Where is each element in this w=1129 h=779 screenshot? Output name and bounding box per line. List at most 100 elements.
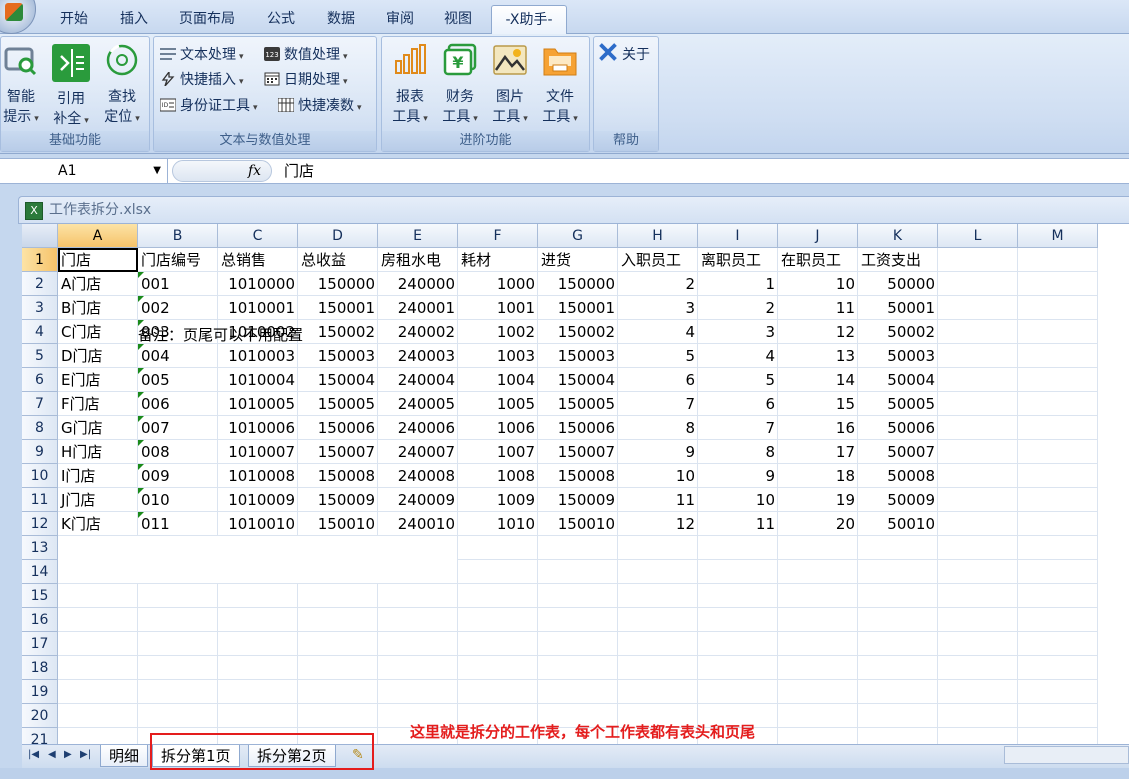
cell[interactable] <box>778 560 858 584</box>
table-cell[interactable]: 1002 <box>458 320 538 344</box>
table-cell[interactable]: 11 <box>618 488 698 512</box>
table-cell[interactable]: 1003 <box>458 344 538 368</box>
table-cell[interactable]: 150006 <box>538 416 618 440</box>
table-cell[interactable]: 240005 <box>378 392 458 416</box>
table-cell[interactable]: 240009 <box>378 488 458 512</box>
table-cell[interactable]: 50010 <box>858 512 938 536</box>
cell[interactable] <box>298 632 378 656</box>
cell[interactable] <box>1018 272 1098 296</box>
table-cell[interactable]: 50003 <box>858 344 938 368</box>
report-tool-button[interactable]: 报表 工具 ▾ <box>388 43 432 129</box>
table-cell[interactable]: 50007 <box>858 440 938 464</box>
row-header-21[interactable]: 21 <box>22 728 58 744</box>
table-cell[interactable]: 50001 <box>858 296 938 320</box>
table-cell[interactable]: G门店 <box>58 416 138 440</box>
cell[interactable] <box>698 584 778 608</box>
cell[interactable] <box>378 584 458 608</box>
row-header-2[interactable]: 2 <box>22 272 58 296</box>
table-header-cell[interactable]: 总收益 <box>298 248 378 272</box>
about-button[interactable]: 关于 <box>598 43 650 67</box>
office-button[interactable] <box>0 0 36 34</box>
table-cell[interactable]: 6 <box>698 392 778 416</box>
cell[interactable] <box>938 416 1018 440</box>
first-sheet-icon[interactable]: |◀ <box>28 749 39 760</box>
table-cell[interactable]: 50000 <box>858 272 938 296</box>
cell[interactable] <box>778 656 858 680</box>
row-header-14[interactable]: 14 <box>22 560 58 584</box>
file-tool-button[interactable]: 文件 工具 ▾ <box>538 43 582 129</box>
table-cell[interactable]: 240004 <box>378 368 458 392</box>
text-processing-button[interactable]: 文本处理 ▾ <box>160 43 244 67</box>
table-cell[interactable]: 150010 <box>538 512 618 536</box>
table-cell[interactable]: 002 <box>138 296 218 320</box>
cell[interactable] <box>938 608 1018 632</box>
table-cell[interactable]: 5 <box>698 368 778 392</box>
table-cell[interactable]: 1010003 <box>218 344 298 368</box>
table-cell[interactable]: 240003 <box>378 344 458 368</box>
table-cell[interactable]: 17 <box>778 440 858 464</box>
table-cell[interactable]: 50004 <box>858 368 938 392</box>
table-cell[interactable]: 150002 <box>538 320 618 344</box>
table-cell[interactable]: 14 <box>778 368 858 392</box>
table-cell[interactable]: 240006 <box>378 416 458 440</box>
cell[interactable] <box>938 464 1018 488</box>
cell[interactable] <box>138 608 218 632</box>
finance-tool-button[interactable]: ¥ 财务 工具 ▾ <box>438 43 482 129</box>
table-cell[interactable]: 150004 <box>298 368 378 392</box>
row-header-9[interactable]: 9 <box>22 440 58 464</box>
cell[interactable] <box>938 392 1018 416</box>
cell[interactable] <box>1018 536 1098 560</box>
table-cell[interactable]: 240008 <box>378 464 458 488</box>
cell[interactable] <box>778 536 858 560</box>
cell[interactable] <box>218 680 298 704</box>
tab-home[interactable]: 开始 <box>44 5 104 34</box>
cell[interactable] <box>858 584 938 608</box>
row-header-15[interactable]: 15 <box>22 584 58 608</box>
table-cell[interactable]: 001 <box>138 272 218 296</box>
table-header-cell[interactable]: 在职员工 <box>778 248 858 272</box>
cell[interactable] <box>538 584 618 608</box>
cell[interactable] <box>458 608 538 632</box>
table-cell[interactable]: 1010000 <box>218 272 298 296</box>
cell[interactable] <box>858 608 938 632</box>
cell[interactable] <box>458 632 538 656</box>
row-header-10[interactable]: 10 <box>22 464 58 488</box>
ref-complete-button[interactable]: 引用 补全 ▾ <box>49 43 93 131</box>
find-locate-button[interactable]: 查找 定位 ▾ <box>99 43 145 129</box>
cell[interactable] <box>1018 656 1098 680</box>
table-header-cell[interactable]: 入职员工 <box>618 248 698 272</box>
cell[interactable] <box>218 704 298 728</box>
cell[interactable] <box>58 704 138 728</box>
cell[interactable] <box>1018 248 1098 272</box>
table-cell[interactable]: 50005 <box>858 392 938 416</box>
table-cell[interactable]: 150003 <box>538 344 618 368</box>
cell[interactable] <box>938 368 1018 392</box>
cell[interactable] <box>698 632 778 656</box>
cell[interactable] <box>698 680 778 704</box>
tab-insert[interactable]: 插入 <box>108 5 160 34</box>
table-cell[interactable]: 1007 <box>458 440 538 464</box>
tab-x-helper[interactable]: -X助手- <box>491 5 567 35</box>
row-header-12[interactable]: 12 <box>22 512 58 536</box>
table-cell[interactable]: 2 <box>698 296 778 320</box>
table-cell[interactable]: 150003 <box>298 344 378 368</box>
cell[interactable] <box>298 680 378 704</box>
table-cell[interactable]: 1009 <box>458 488 538 512</box>
cell[interactable] <box>778 704 858 728</box>
table-cell[interactable]: F门店 <box>58 392 138 416</box>
table-cell[interactable]: 11 <box>778 296 858 320</box>
table-cell[interactable]: 150002 <box>298 320 378 344</box>
cell[interactable] <box>858 704 938 728</box>
tab-view[interactable]: 视图 <box>432 5 484 34</box>
cell[interactable] <box>58 632 138 656</box>
column-header-g[interactable]: G <box>538 224 618 248</box>
table-cell[interactable]: 18 <box>778 464 858 488</box>
cell[interactable] <box>938 536 1018 560</box>
formula-input[interactable]: 门店 <box>284 159 314 183</box>
table-cell[interactable]: 12 <box>778 320 858 344</box>
cell[interactable] <box>1018 344 1098 368</box>
selected-cell-a1[interactable] <box>58 248 138 272</box>
cell[interactable] <box>58 608 138 632</box>
row-header-6[interactable]: 6 <box>22 368 58 392</box>
tab-review[interactable]: 审阅 <box>374 5 426 34</box>
